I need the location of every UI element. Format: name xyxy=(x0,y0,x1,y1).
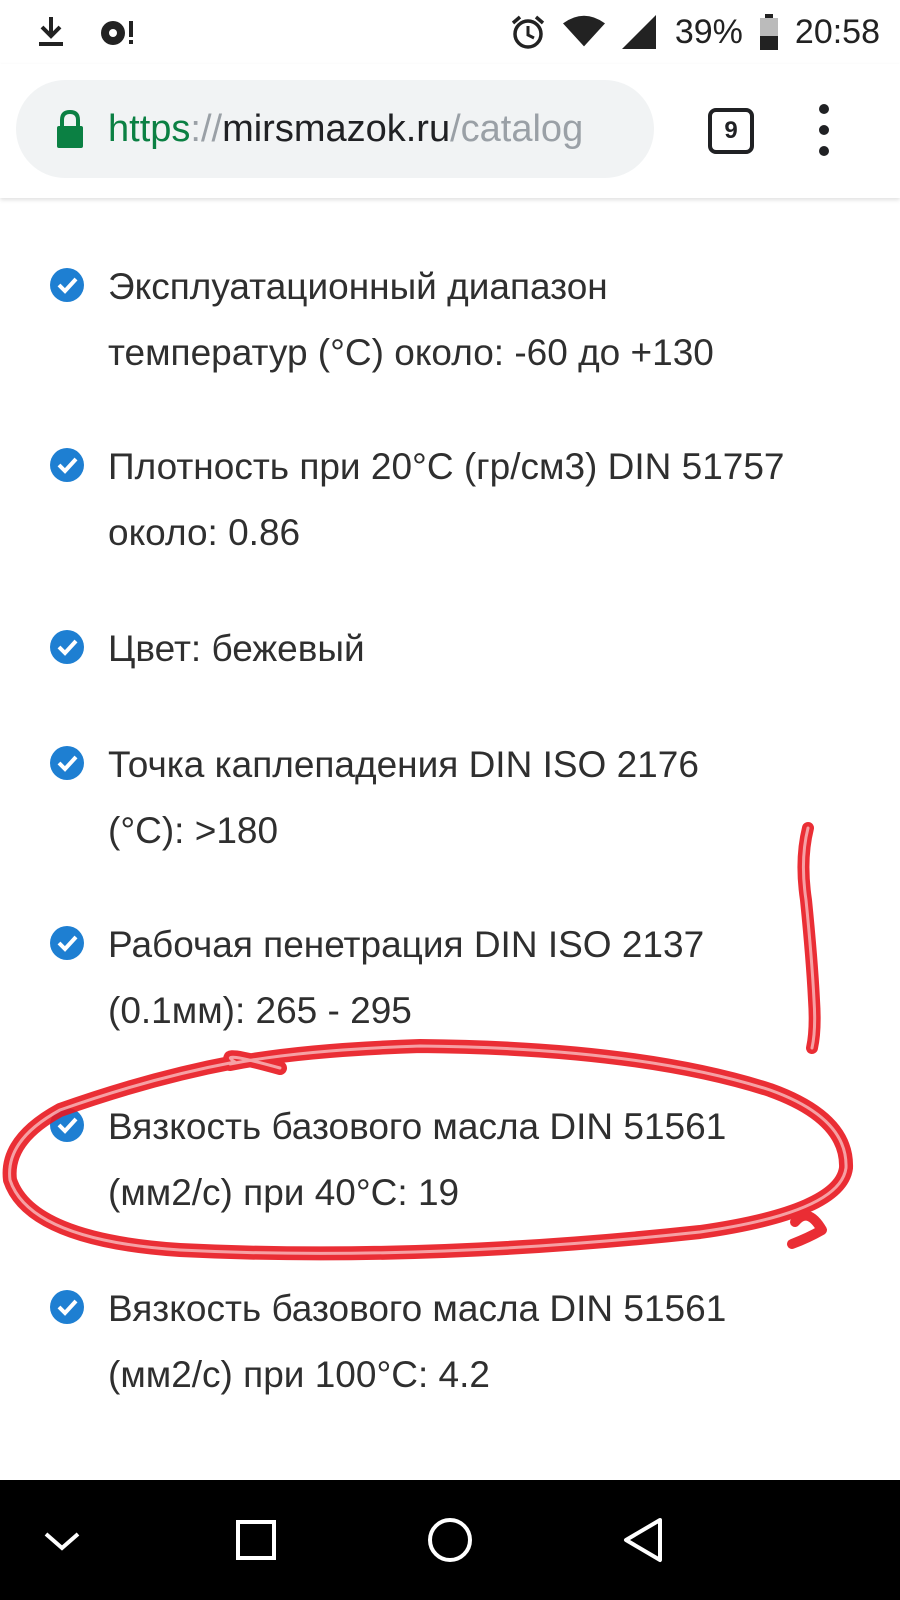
back-triangle-icon[interactable] xyxy=(614,1510,674,1570)
url-scheme: https xyxy=(108,107,191,150)
spec-line: Рабочая пенетрация DIN ISO 2137 xyxy=(108,924,705,965)
tab-switcher-button[interactable]: 9 xyxy=(708,108,754,154)
check-circle-icon xyxy=(50,746,84,780)
spec-line: (мм2/с) при 40°C: 19 xyxy=(108,1172,460,1213)
check-circle-icon xyxy=(50,448,84,482)
wifi-icon xyxy=(562,8,605,56)
spec-line: (0.1мм): 265 - 295 xyxy=(108,990,412,1031)
collapse-icon[interactable] xyxy=(32,1510,92,1570)
signal-icon xyxy=(619,8,661,56)
lock-icon xyxy=(56,109,84,149)
check-circle-icon xyxy=(50,926,84,960)
check-circle-icon xyxy=(50,268,84,302)
check-circle-icon xyxy=(50,1108,84,1142)
overflow-menu-icon[interactable] xyxy=(814,104,834,156)
spec-line: Точка каплепадения DIN ISO 2176 xyxy=(108,744,699,785)
status-bar: 39% 20:58 xyxy=(0,0,900,64)
battery-icon xyxy=(757,8,781,56)
url-text[interactable]: https://mirsmazok.ru/catalog xyxy=(108,108,628,151)
clock: 20:58 xyxy=(794,13,880,51)
spec-line: около: 0.86 xyxy=(108,512,301,553)
url-host: mirsmazok.ru xyxy=(222,107,451,150)
spec-line: (мм2/с) при 100°C: 4.2 xyxy=(108,1354,490,1395)
url-path: /catalog xyxy=(450,107,584,150)
spec-line: (°C): >180 xyxy=(108,810,279,851)
browser-toolbar: https://mirsmazok.ru/catalog 9 xyxy=(0,64,900,198)
alarm-icon xyxy=(507,8,549,56)
home-square-icon[interactable] xyxy=(226,1510,286,1570)
system-nav-bar xyxy=(0,1480,900,1600)
check-circle-icon xyxy=(50,630,84,664)
spec-line: Плотность при 20°C (гр/см3) DIN 51757 xyxy=(108,446,785,487)
download-icon xyxy=(30,8,72,56)
tab-count: 9 xyxy=(724,117,738,144)
spec-line: Вязкость базового масла DIN 51561 xyxy=(108,1106,727,1147)
address-bar[interactable]: https://mirsmazok.ru/catalog xyxy=(16,80,654,178)
spec-line: температур (°C) около: -60 до +130 xyxy=(108,332,714,373)
spec-line: Эксплуатационный диапазон xyxy=(108,266,608,307)
check-circle-icon xyxy=(50,1290,84,1324)
spec-line: Цвет: бежевый xyxy=(108,628,365,669)
spec-line: Вязкость базового масла DIN 51561 xyxy=(108,1288,727,1329)
home-circle-icon[interactable] xyxy=(420,1510,480,1570)
url-separator: :// xyxy=(190,107,223,150)
battery-percent: 39% xyxy=(674,13,743,51)
notification-icon xyxy=(96,8,138,56)
spec-list: Эксплуатационный диапазон температур (°C… xyxy=(0,198,900,1480)
